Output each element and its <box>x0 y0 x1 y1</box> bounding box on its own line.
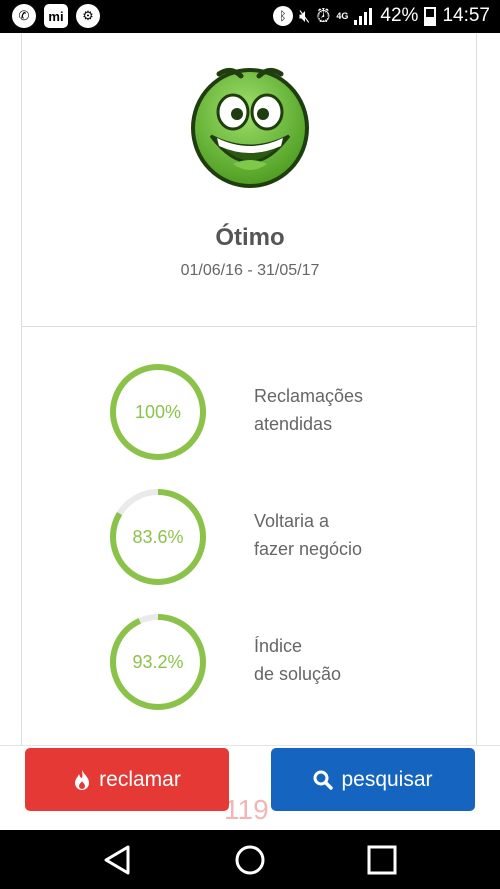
search-icon <box>313 770 334 790</box>
android-icon: ⚙ <box>76 4 100 28</box>
stat-label-line2: fazer negócio <box>254 539 363 559</box>
alarm-icon: ⏰︎ <box>316 5 331 26</box>
stat-label: Voltaria a fazer negócio <box>254 507 434 563</box>
battery-percent: 42% <box>380 5 419 26</box>
stat-value: 93.2% <box>132 652 184 672</box>
recents-icon[interactable] <box>367 845 397 875</box>
whatsapp-icon: ✆ <box>12 4 36 28</box>
stat-label-line1: Voltaria a <box>254 511 330 531</box>
stat-indice-solucao: 93.2% Índice de solução <box>108 612 408 712</box>
complain-button[interactable]: reclamar <box>25 748 229 811</box>
stat-voltaria-negocio: 83.6% Voltaria a fazer negócio <box>108 487 408 587</box>
network-type: 4G <box>336 10 349 21</box>
status-bar: ✆ mi ⚙ ᛒ 🔇︎ ⏰︎ 4G 42% 14:57 <box>0 0 500 33</box>
stat-value: 100% <box>134 402 182 422</box>
bluetooth-icon: ᛒ <box>273 6 294 26</box>
background-count: 119 <box>224 794 269 825</box>
mute-icon: 🔇︎ <box>299 5 311 26</box>
action-bar: 119 reclamar pesquisar <box>0 745 500 831</box>
stat-label-line2: atendidas <box>254 414 333 434</box>
stat-label: Índice de solução <box>254 632 434 688</box>
stat-label-line1: Índice <box>254 636 303 656</box>
search-button[interactable]: pesquisar <box>271 748 475 811</box>
rating-title: Ótimo <box>215 224 285 251</box>
stat-label: Reclamações atendidas <box>254 382 434 438</box>
search-button-label: pesquisar <box>341 767 433 791</box>
clock: 14:57 <box>442 5 490 26</box>
stat-label-line2: de solução <box>254 664 342 684</box>
stat-value: 83.6% <box>132 527 184 547</box>
rating-period: 01/06/16 - 31/05/17 <box>180 262 320 279</box>
stat-label-line1: Reclamações <box>254 386 364 406</box>
stat-reclamacoes-atendidas: 100% Reclamações atendidas <box>108 362 408 462</box>
section-divider <box>21 326 477 327</box>
battery-icon <box>424 6 437 26</box>
happy-face-icon <box>191 68 309 188</box>
navigation-bar <box>0 830 500 889</box>
home-icon[interactable] <box>234 844 266 876</box>
fire-icon <box>75 769 90 790</box>
mi-icon: mi <box>44 4 68 28</box>
signal-icon <box>354 8 373 25</box>
complain-button-label: reclamar <box>99 767 181 791</box>
back-icon[interactable] <box>102 844 132 876</box>
